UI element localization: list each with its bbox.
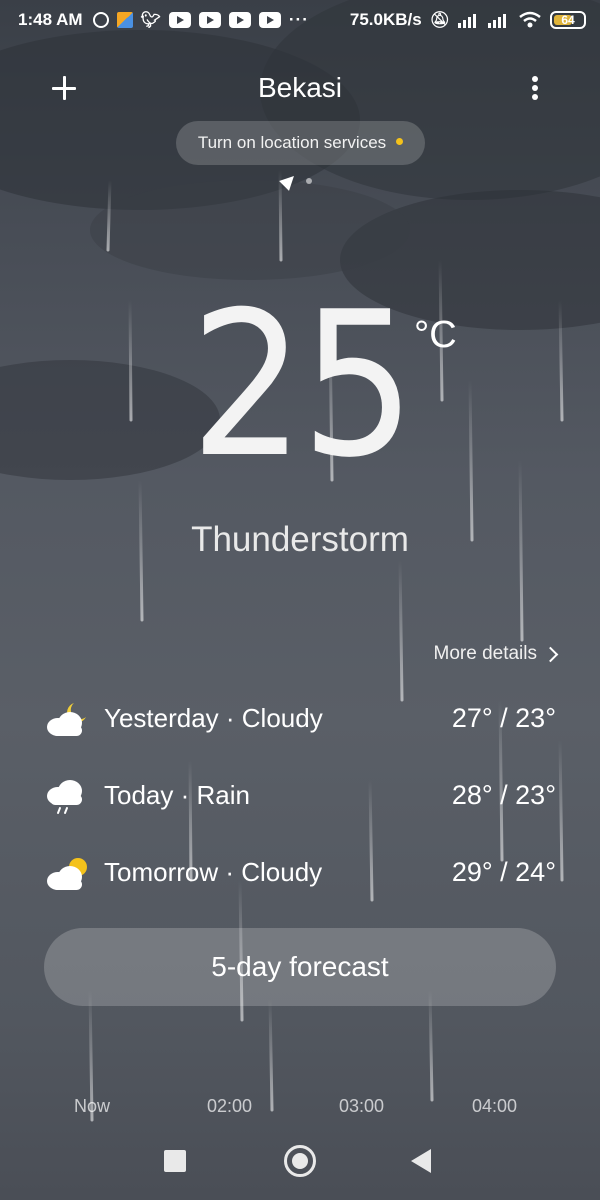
five-day-forecast-label: 5-day forecast (211, 951, 389, 982)
hourly-label: Now (74, 1096, 111, 1116)
more-details-link[interactable]: More details (433, 643, 559, 665)
wifi-icon (519, 11, 541, 28)
forecast-range: 28° / 23° (451, 780, 556, 810)
system-navigation-bar (0, 1130, 600, 1200)
daily-forecast-list: Yesterday · Cloudy 27° / 23° Today · Rai… (44, 680, 556, 911)
hourly-timeline: Now 02:00 03:00 04:00 (0, 1096, 600, 1126)
youtube-icon (258, 12, 281, 28)
forecast-row-today[interactable]: Today · Rain 28° / 23° (44, 757, 556, 834)
forecast-range: 27° / 23° (451, 703, 556, 733)
mute-icon: 🔕︎ (429, 12, 450, 29)
status-bar: 1:48 AM 🐦︎ ··· 75.0KB/s 🔕︎ 64 (0, 0, 600, 40)
notification-dot (396, 137, 404, 145)
battery-level: 64 (561, 13, 575, 27)
page-indicator (279, 171, 312, 191)
current-temperature: 25 (190, 269, 415, 502)
forecast-label: Today · Rain (104, 780, 250, 810)
twitter-icon: 🐦︎ (140, 12, 161, 29)
youtube-icon (198, 12, 221, 28)
forecast-range: 29° / 24° (451, 857, 556, 887)
header: Bekasi (0, 60, 600, 120)
notification-icons: 🐦︎ ··· (92, 10, 309, 30)
chat-icon (92, 12, 109, 28)
battery-icon: 64 (550, 11, 586, 29)
forecast-row-yesterday[interactable]: Yesterday · Cloudy 27° / 23° (44, 680, 556, 757)
hourly-label: 02:00 (207, 1096, 253, 1116)
youtube-icon (168, 12, 191, 28)
five-day-forecast-button[interactable]: 5-day forecast (44, 928, 556, 1006)
signal-icon (458, 14, 476, 28)
cloudy-night-icon (47, 702, 86, 736)
more-dots-icon: ··· (288, 10, 309, 29)
back-button[interactable] (411, 1149, 431, 1173)
hourly-label: 04:00 (472, 1096, 518, 1116)
system-icons: 75.0KB/s 🔕︎ 64 (350, 10, 586, 30)
forecast-label: Yesterday · Cloudy (104, 703, 323, 733)
city-name: Bekasi (257, 72, 343, 103)
recent-apps-button[interactable] (164, 1150, 186, 1172)
app-icon (116, 12, 133, 28)
chevron-right-icon (542, 646, 559, 662)
forecast-label: Tomorrow · Cloudy (104, 857, 323, 887)
status-time: 1:48 AM (18, 10, 83, 29)
hourly-label: 03:00 (339, 1096, 385, 1116)
home-button[interactable] (284, 1145, 316, 1177)
location-arrow-icon (279, 171, 299, 191)
rain-icon (47, 779, 82, 814)
temperature-unit: °C (414, 314, 457, 356)
forecast-row-tomorrow[interactable]: Tomorrow · Cloudy 29° / 24° (44, 834, 556, 911)
location-banner-text: Turn on location services (197, 133, 387, 152)
signal-icon (488, 14, 506, 28)
more-details-label: More details (433, 643, 538, 664)
network-speed: 75.0KB/s (349, 10, 422, 29)
cloudy-day-icon (47, 857, 87, 890)
youtube-icon (228, 12, 251, 28)
location-services-banner[interactable]: Turn on location services (176, 121, 425, 165)
page-dot (306, 178, 312, 184)
current-condition: Thunderstorm (191, 520, 409, 559)
more-options-button[interactable] (520, 72, 550, 104)
